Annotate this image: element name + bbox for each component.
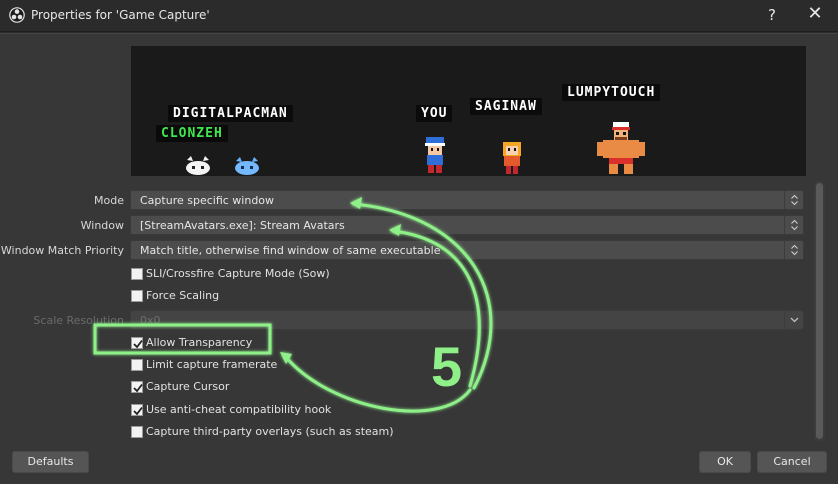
third-party-overlays-checkbox[interactable] [131,426,143,438]
blue-cat-avatar-sprite [235,157,259,175]
scale-resolution-value: 0x0 [140,314,161,327]
title-bar: Properties for 'Game Capture' ? ✕ [0,0,838,32]
anti-cheat-hook-label: Use anti-cheat compatibility hook [146,403,332,416]
sli-crossfire-checkbox[interactable] [131,268,143,280]
capture-cursor-label: Capture Cursor [146,380,230,393]
checkmark-icon [133,339,143,349]
checkmark-icon [133,383,143,393]
sli-crossfire-label: SLI/Crossfire Capture Mode (Sow) [146,267,330,280]
window-match-priority-label: Window Match Priority [0,244,124,257]
mode-label: Mode [94,194,124,207]
saginaw-avatar-sprite [503,142,521,174]
preview-label: YOU [416,105,453,122]
obs-logo-icon [9,7,25,23]
force-scaling-label: Force Scaling [146,289,220,302]
player-avatar-sprite [425,137,445,173]
preview-label: SAGINAW [470,98,542,115]
window-title: Properties for 'Game Capture' [31,8,210,22]
mode-value: Capture specific window [140,194,275,207]
window-combo[interactable]: [StreamAvatars.exe]: Stream Avatars [130,215,804,235]
updown-arrows-icon [784,216,803,234]
limit-framerate-label: Limit capture framerate [146,358,278,371]
annotation-step-number: 5 [431,335,463,398]
updown-arrows-icon [784,191,803,209]
cat-avatar-sprite [186,156,210,175]
limit-framerate-checkbox[interactable] [131,359,143,371]
window-label: Window [80,219,124,232]
mode-combo[interactable]: Capture specific window [130,190,804,210]
preview-label: LUMPYTOUCH [562,84,661,101]
capture-cursor-checkbox[interactable] [131,381,143,393]
scrollbar-thumb[interactable] [816,183,823,439]
preview-label: DIGITALPACMAN [168,105,293,122]
third-party-overlays-label: Capture third-party overlays (such as st… [146,425,394,438]
ok-button[interactable]: OK [699,451,751,473]
lumpytouch-avatar-sprite [597,122,645,174]
scale-resolution-combo: 0x0 [130,310,804,330]
preview-label: CLONZEH [156,125,228,142]
cancel-button[interactable]: Cancel [757,451,827,473]
force-scaling-checkbox[interactable] [131,290,143,302]
chevron-down-icon [784,311,803,329]
window-match-priority-combo[interactable]: Match title, otherwise find window of sa… [130,240,804,260]
source-preview: DIGITALPACMAN CLONZEH YOU SAGINAW LUMPYT… [131,46,806,176]
close-button[interactable]: ✕ [806,3,824,24]
updown-arrows-icon [784,241,803,259]
allow-transparency-checkbox[interactable] [131,337,143,349]
window-value: [StreamAvatars.exe]: Stream Avatars [140,219,345,232]
anti-cheat-hook-checkbox[interactable] [131,404,143,416]
window-match-priority-value: Match title, otherwise find window of sa… [140,244,441,257]
help-button[interactable]: ? [764,6,780,24]
defaults-button[interactable]: Defaults [12,451,89,473]
allow-transparency-label: Allow Transparency [146,336,253,349]
scale-resolution-label: Scale Resolution [33,314,124,327]
vertical-scrollbar[interactable] [814,181,825,441]
checkmark-icon [133,406,143,416]
